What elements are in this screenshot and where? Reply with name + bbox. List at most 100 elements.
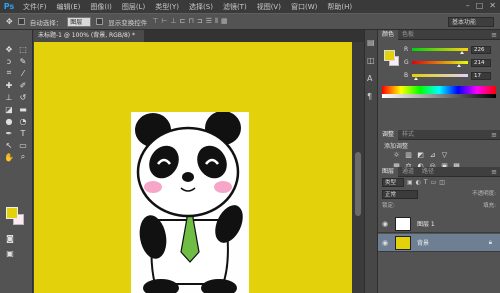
tab-styles[interactable]: 样式 xyxy=(398,130,418,140)
g-slider-thumb[interactable] xyxy=(456,64,461,67)
foreground-color-swatch[interactable] xyxy=(6,207,18,219)
zoom-tool-icon[interactable]: ⌕ xyxy=(17,152,29,162)
smart-object-filter-icon[interactable]: ◫ xyxy=(439,179,445,186)
quick-mask-icon[interactable]: ◙ xyxy=(4,233,16,243)
brightness-icon[interactable]: ☼ xyxy=(392,151,401,160)
character-panel-icon[interactable]: A xyxy=(367,74,376,83)
tab-layers[interactable]: 图层 xyxy=(378,166,399,177)
shape-tool-icon[interactable]: ▭ xyxy=(17,140,29,150)
menu-type[interactable]: 类型(Y) xyxy=(150,2,184,12)
tab-swatches[interactable]: 色板 xyxy=(398,30,418,40)
r-slider-thumb[interactable] xyxy=(459,51,464,54)
properties-panel-icon[interactable]: ◫ xyxy=(367,56,376,65)
menu-file[interactable]: 文件(F) xyxy=(18,2,52,12)
r-value[interactable]: 226 xyxy=(471,45,491,54)
hand-tool-icon[interactable]: ✋ xyxy=(3,152,15,162)
menu-layer[interactable]: 图层(L) xyxy=(117,2,150,12)
vertical-scrollbar[interactable] xyxy=(352,42,364,293)
b-slider[interactable] xyxy=(412,74,468,80)
lasso-tool-icon[interactable]: ↄ xyxy=(3,56,15,66)
move-tool-icon[interactable]: ✥ xyxy=(6,17,13,26)
pixel-filter-icon[interactable]: ▣ xyxy=(407,179,413,186)
align-right-icon[interactable]: ⊐ xyxy=(197,17,203,26)
adjustment-filter-icon[interactable]: ◐ xyxy=(416,179,421,186)
auto-select-checkbox[interactable] xyxy=(17,18,25,25)
menu-view[interactable]: 视图(V) xyxy=(252,2,286,12)
brush-tool-icon[interactable]: ✐ xyxy=(17,80,29,90)
eyedropper-tool-icon[interactable]: ⁄ xyxy=(17,68,29,78)
menu-select[interactable]: 选择(S) xyxy=(184,2,218,12)
paragraph-panel-icon[interactable]: ¶ xyxy=(367,92,376,101)
crop-tool-icon[interactable]: ⌗ xyxy=(3,68,15,78)
workspace-switcher[interactable]: 基本功能 xyxy=(448,17,494,27)
layer-kind-filter[interactable]: 类型 xyxy=(382,177,404,187)
b-slider-thumb[interactable] xyxy=(413,77,418,80)
exposure-icon[interactable]: ⊿ xyxy=(428,151,437,160)
eraser-tool-icon[interactable]: ◪ xyxy=(3,104,15,114)
type-tool-icon[interactable]: T xyxy=(17,128,29,138)
screen-mode-icon[interactable]: ▣ xyxy=(4,248,16,258)
color-panel-fg-swatch[interactable] xyxy=(384,50,395,61)
r-slider[interactable] xyxy=(412,48,468,54)
g-slider[interactable] xyxy=(412,61,468,67)
right-panels: 颜色 色板 ≡ R 226 G 214 B 17 调整 样式 ≡ 添加调整 ☼ … xyxy=(378,29,500,293)
tab-channels[interactable]: 通道 xyxy=(398,167,418,177)
panel-menu-icon[interactable]: ≡ xyxy=(491,130,497,140)
blur-tool-icon[interactable]: ● xyxy=(3,116,15,126)
vibrance-icon[interactable]: ▽ xyxy=(440,151,449,160)
curves-icon[interactable]: ◩ xyxy=(416,151,425,160)
type-filter-icon[interactable]: T xyxy=(424,179,428,186)
scroll-thumb[interactable] xyxy=(355,152,361,216)
dodge-tool-icon[interactable]: ◔ xyxy=(17,116,29,126)
b-value[interactable]: 17 xyxy=(471,71,491,80)
visibility-eye-icon[interactable]: ◉ xyxy=(378,220,392,228)
visibility-eye-icon[interactable]: ◉ xyxy=(378,239,392,247)
menu-help[interactable]: 帮助(H) xyxy=(322,2,357,12)
show-transform-checkbox[interactable] xyxy=(96,18,104,25)
color-shade-bar[interactable] xyxy=(382,94,496,98)
g-value[interactable]: 214 xyxy=(471,58,491,67)
auto-align-icon[interactable]: ▦ xyxy=(221,17,228,26)
maximize-icon[interactable]: □ xyxy=(476,1,484,10)
distribute-h-icon[interactable]: ⫴ xyxy=(215,17,218,26)
quick-select-tool-icon[interactable]: ✎ xyxy=(17,56,29,66)
align-top-icon[interactable]: ⊤ xyxy=(152,17,158,26)
levels-icon[interactable]: ▥ xyxy=(404,151,413,160)
canvas[interactable] xyxy=(34,42,352,293)
path-select-icon[interactable]: ↖ xyxy=(3,140,15,150)
minimize-icon[interactable]: – xyxy=(466,1,470,10)
menu-image[interactable]: 图像(I) xyxy=(85,2,117,12)
blend-mode-select[interactable]: 正常 xyxy=(382,190,418,199)
menu-filter[interactable]: 滤镜(T) xyxy=(218,2,252,12)
auto-select-dropdown[interactable]: 图层 xyxy=(67,16,92,27)
align-middle-icon[interactable]: ⊢ xyxy=(161,17,167,26)
menu-edit[interactable]: 编辑(E) xyxy=(52,2,86,12)
layer-row[interactable]: ◉ 图层 1 xyxy=(378,215,500,233)
shape-filter-icon[interactable]: ▭ xyxy=(431,179,437,186)
align-center-icon[interactable]: ⊓ xyxy=(188,17,193,26)
layer-name[interactable]: 背景 xyxy=(417,238,429,247)
move-tool-icon[interactable]: ✥ xyxy=(3,44,15,54)
pen-tool-icon[interactable]: ✒ xyxy=(3,128,15,138)
layer-name[interactable]: 图层 1 xyxy=(417,219,435,228)
menu-window[interactable]: 窗口(W) xyxy=(286,2,322,12)
clone-stamp-icon[interactable]: ⊥ xyxy=(3,92,15,102)
layer-thumbnail xyxy=(395,235,411,250)
color-spectrum-bar[interactable] xyxy=(382,86,496,94)
history-brush-icon[interactable]: ↺ xyxy=(17,92,29,102)
align-left-icon[interactable]: ⊏ xyxy=(180,17,186,26)
distribute-icon[interactable]: ☰ xyxy=(206,17,212,26)
panel-menu-icon[interactable]: ≡ xyxy=(491,30,497,40)
document-tab[interactable]: 未标题-1 @ 100% (背景, RGB/8) * xyxy=(34,30,144,42)
layer-row[interactable]: ◉ 背景 🔒︎ xyxy=(378,234,500,252)
close-icon[interactable]: ✕ xyxy=(489,1,496,10)
panel-menu-icon[interactable]: ≡ xyxy=(491,167,497,177)
healing-brush-icon[interactable]: ✚ xyxy=(3,80,15,90)
history-panel-icon[interactable]: ▤ xyxy=(367,38,376,47)
tab-paths[interactable]: 路径 xyxy=(418,167,438,177)
marquee-tool-icon[interactable]: ⬚ xyxy=(17,44,29,54)
align-bottom-icon[interactable]: ⊥ xyxy=(170,17,176,26)
tab-color[interactable]: 颜色 xyxy=(378,29,399,40)
tab-adjustments[interactable]: 调整 xyxy=(378,129,399,140)
gradient-tool-icon[interactable]: ▬ xyxy=(17,104,29,114)
